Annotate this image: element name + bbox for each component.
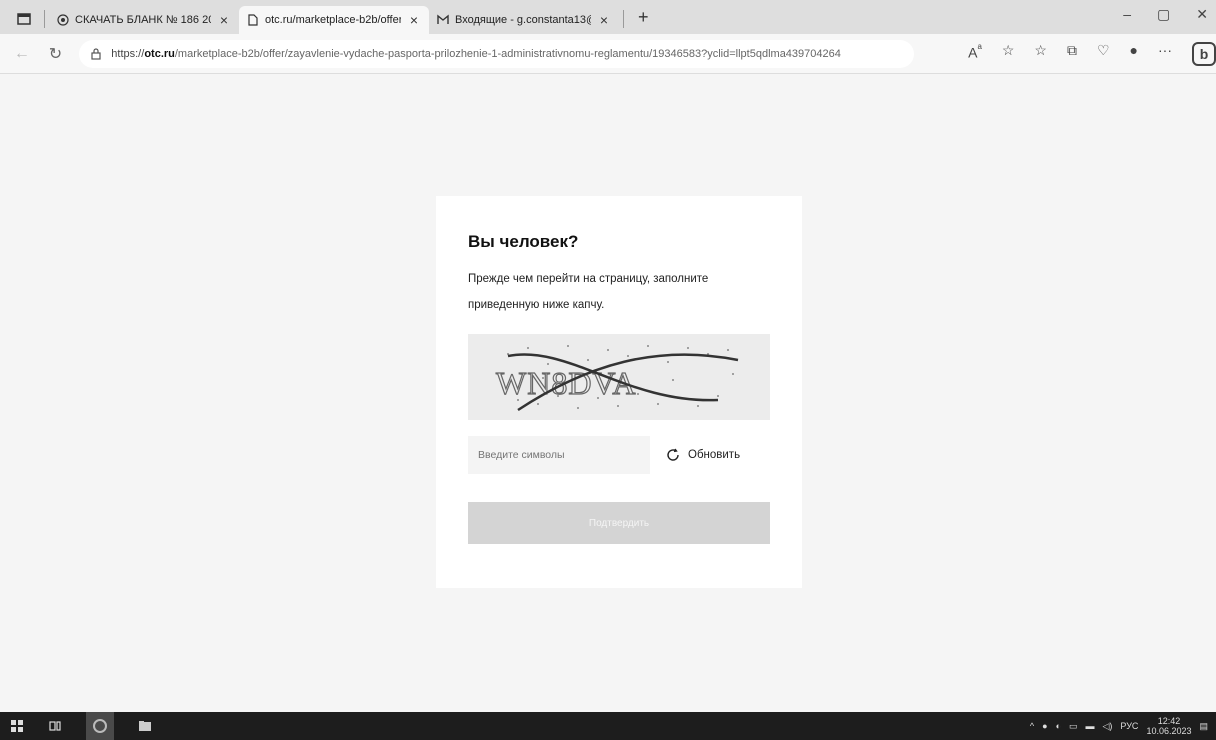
captcha-image: WN8DVA: [468, 334, 770, 420]
tray-overflow-icon[interactable]: ^: [1030, 721, 1034, 731]
url-scheme: https://: [111, 47, 145, 60]
clock-time: 12:42: [1157, 716, 1181, 726]
tab-2[interactable]: otc.ru/marketplace-b2b/offer/zа ×: [239, 6, 429, 34]
close-window-icon[interactable]: ✕: [1196, 6, 1208, 23]
address-bar: ← ↻ https://otc.ru/marketplace-b2b/offer…: [0, 34, 1216, 74]
captcha-description: Прежде чем перейти на страницу, заполнит…: [468, 273, 709, 311]
tab-1[interactable]: СКАЧАТЬ БЛАНК № 186 2021 г. ×: [49, 6, 239, 34]
favicon-mail-icon: [437, 14, 449, 24]
captcha-card: Вы человек? Прежде чем перейти на страни…: [436, 196, 802, 588]
close-tab-icon[interactable]: ×: [217, 12, 231, 28]
volume-icon[interactable]: ◁): [1102, 721, 1112, 732]
favorite-star-icon[interactable]: ☆: [1002, 42, 1015, 66]
page-content: Вы человек? Прежде чем перейти на страни…: [0, 75, 1216, 712]
maximize-icon[interactable]: ▢: [1157, 6, 1170, 23]
url-text: https://otc.ru/marketplace-b2b/offer/zay…: [111, 48, 841, 60]
bing-icon[interactable]: b: [1192, 41, 1216, 66]
url-field[interactable]: https://otc.ru/marketplace-b2b/offer/zay…: [79, 39, 915, 68]
extensions-icon[interactable]: ♡: [1097, 42, 1110, 66]
reload-icon[interactable]: ↻: [46, 44, 66, 64]
url-domain: otc.ru: [144, 47, 175, 60]
file-explorer-icon[interactable]: [138, 719, 152, 733]
browser-toolbar: Aᵃ ☆ ☆ ⧉ ♡ ● ··· b: [968, 41, 1216, 66]
captcha-input-row: Обновить: [468, 436, 770, 474]
tray-app-icon[interactable]: ◐: [1056, 721, 1061, 731]
edge-taskbar-button[interactable]: [86, 712, 114, 740]
minimize-icon[interactable]: –: [1123, 6, 1131, 23]
favicon-globe-icon: [57, 14, 69, 26]
task-view-icon[interactable]: [48, 719, 62, 733]
submit-button[interactable]: Подтвердить: [468, 502, 770, 544]
close-tab-icon[interactable]: ×: [407, 12, 421, 28]
profile-icon[interactable]: ●: [1130, 42, 1138, 66]
windows-taskbar: ^ ● ◐ ▭ ▬ ◁) РУС 12:42 10.06.2023 ▤: [0, 712, 1216, 740]
refresh-captcha-button[interactable]: Обновить: [664, 446, 740, 464]
clock-date: 10.06.2023: [1146, 726, 1192, 736]
more-menu-icon[interactable]: ···: [1158, 42, 1172, 66]
url-path: /marketplace-b2b/offer/zayavlenie-vydach…: [174, 47, 841, 60]
notifications-icon[interactable]: ▤: [1199, 721, 1208, 732]
network-icon[interactable]: ▭: [1069, 721, 1078, 732]
battery-icon[interactable]: ▬: [1085, 721, 1094, 731]
refresh-icon: [667, 448, 679, 461]
read-aloud-icon[interactable]: Aᵃ: [968, 42, 982, 66]
clock[interactable]: 12:42 10.06.2023: [1146, 716, 1191, 736]
tab-title: otc.ru/marketplace-b2b/offer/zа: [265, 14, 401, 26]
system-tray: ^ ● ◐ ▭ ▬ ◁) РУС 12:42 10.06.2023 ▤: [1030, 712, 1208, 740]
captcha-input[interactable]: [468, 436, 650, 474]
tab-actions-button[interactable]: [8, 4, 40, 34]
close-tab-icon[interactable]: ×: [597, 12, 611, 28]
tab-actions-icon: [17, 13, 31, 25]
tab-title: СКАЧАТЬ БЛАНК № 186 2021 г.: [75, 14, 211, 26]
windows-start-icon[interactable]: [10, 719, 24, 733]
favorites-icon[interactable]: ☆: [1034, 42, 1047, 66]
collections-icon[interactable]: ⧉: [1067, 42, 1077, 66]
edge-icon: [93, 719, 107, 733]
captcha-noise-graphic: WN8DVA: [495, 345, 739, 412]
refresh-label: Обновить: [688, 449, 741, 461]
tab-3[interactable]: Входящие - g.constanta13@gm ×: [429, 6, 619, 34]
back-icon[interactable]: ←: [12, 45, 32, 63]
tab-separator: [44, 10, 45, 28]
language-indicator[interactable]: РУС: [1120, 721, 1138, 731]
favicon-page-icon: [248, 14, 258, 26]
page-title: Вы человек?: [468, 232, 579, 251]
new-tab-button[interactable]: +: [638, 7, 649, 28]
lock-icon: [91, 47, 101, 60]
tab-separator: [623, 10, 624, 28]
tab-title: Входящие - g.constanta13@gm: [455, 14, 591, 26]
tray-app-icon[interactable]: ●: [1042, 721, 1047, 731]
browser-tab-bar: СКАЧАТЬ БЛАНК № 186 2021 г. × otc.ru/mar…: [0, 0, 1216, 34]
window-controls: – ▢ ✕: [1123, 6, 1208, 23]
